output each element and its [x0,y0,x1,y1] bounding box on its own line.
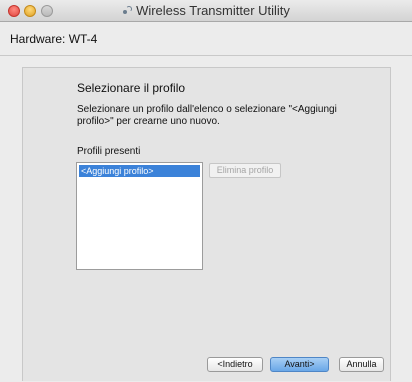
next-button[interactable]: Avanti> [270,357,329,372]
header-divider [0,55,412,56]
list-item-add-profile[interactable]: <Aggiungi profilo> [79,165,200,177]
window-title-area: Wireless Transmitter Utility [0,0,412,22]
back-button[interactable]: <Indietro [207,357,263,372]
profiles-listbox[interactable]: <Aggiungi profilo> [76,162,203,270]
title-bar[interactable]: Wireless Transmitter Utility [0,0,412,22]
page-heading: Selezionare il profilo [77,81,186,95]
window-title: Wireless Transmitter Utility [136,3,290,18]
profiles-list-label: Profili presenti [77,146,141,157]
cancel-button[interactable]: Annulla [339,357,384,372]
utility-window: Wireless Transmitter Utility Hardware: W… [0,0,412,382]
instruction-text: Selezionare un profilo dall'elenco o sel… [77,104,337,127]
hardware-label: Hardware: WT-4 [10,32,98,46]
delete-profile-button[interactable]: Elimina profilo [209,163,281,178]
wireless-signal-icon [122,6,133,16]
